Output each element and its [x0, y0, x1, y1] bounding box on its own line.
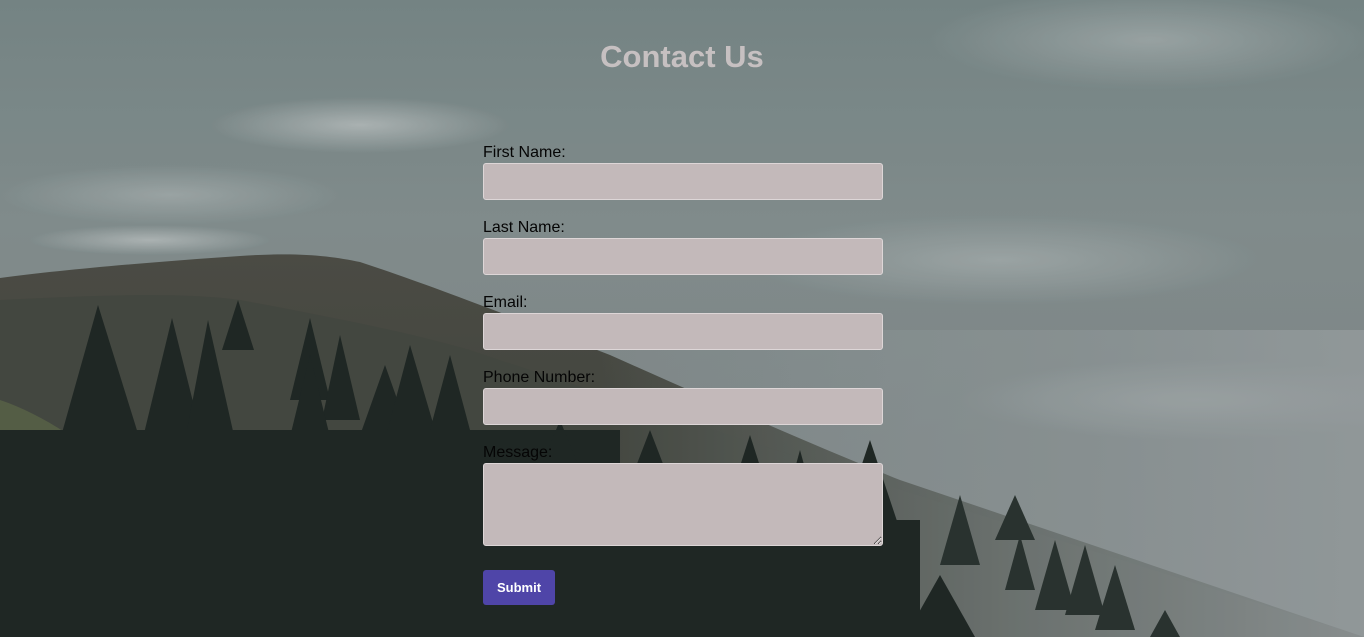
message-textarea[interactable] — [483, 463, 883, 546]
first-name-input[interactable] — [483, 163, 883, 200]
contact-form: First Name: Last Name: Email: Phone Numb… — [483, 143, 883, 605]
message-label: Message: — [483, 444, 553, 461]
phone-number-label: Phone Number: — [483, 369, 596, 386]
submit-button[interactable]: Submit — [483, 570, 555, 605]
page-title: Contact Us — [600, 39, 764, 74]
phone-number-input[interactable] — [483, 388, 883, 425]
last-name-label: Last Name: — [483, 219, 565, 236]
first-name-label: First Name: — [483, 144, 566, 161]
email-label: Email: — [483, 294, 528, 311]
email-input[interactable] — [483, 313, 883, 350]
last-name-input[interactable] — [483, 238, 883, 275]
